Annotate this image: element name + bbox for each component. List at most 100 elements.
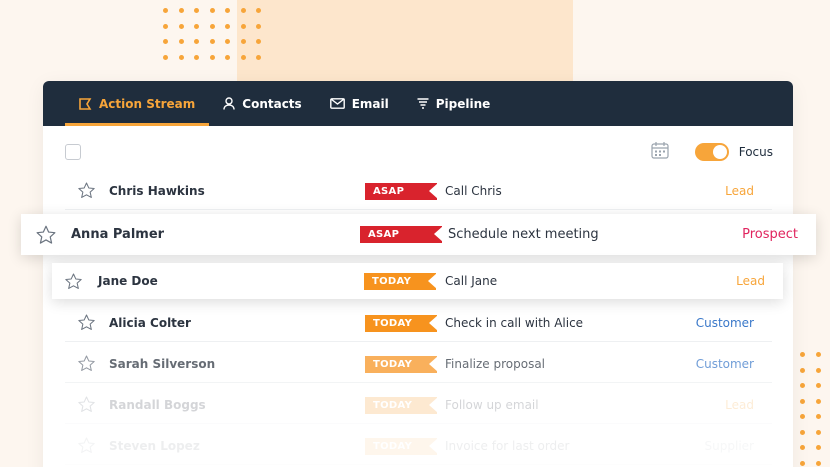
tab-email[interactable]: Email (316, 81, 403, 126)
dot (256, 39, 261, 44)
focus-toggle[interactable] (694, 143, 729, 161)
dot (800, 383, 805, 388)
status-label: Customer (695, 315, 754, 330)
contact-name[interactable]: Steven Lopez (109, 439, 200, 453)
dot (194, 8, 199, 13)
dot (209, 8, 215, 13)
dot (815, 383, 821, 388)
tab-label: Email (351, 96, 389, 111)
task-text[interactable]: Schedule next meeting (448, 227, 599, 242)
status-label: Prospect (742, 227, 798, 242)
dot (209, 39, 215, 44)
action-stream-icon (79, 97, 92, 110)
dot (800, 398, 805, 404)
dot (209, 54, 215, 60)
list-toolbar: Focus (43, 126, 793, 178)
tab-action-stream[interactable]: Action Stream (65, 81, 210, 126)
dot (240, 8, 246, 13)
dot (194, 54, 199, 60)
task-text[interactable]: Invoice for last order (445, 439, 570, 453)
status-label: Lead (725, 183, 754, 198)
tab-contacts[interactable]: Contacts (209, 81, 315, 126)
dot (256, 8, 261, 13)
tab-label: Contacts (242, 96, 302, 111)
contact-name[interactable]: Chris Hawkins (109, 184, 205, 198)
status-label: Lead (736, 274, 765, 288)
contact-name[interactable]: Sarah Silverson (109, 357, 215, 371)
priority-badge: TODAY (365, 396, 438, 414)
dot (163, 23, 168, 29)
star-icon[interactable] (77, 436, 96, 455)
dot (800, 352, 805, 357)
list-item[interactable]: Sarah Silverson TODAY Finalize proposal Cus… (65, 345, 772, 383)
priority-badge: TODAY (364, 272, 437, 290)
dot (178, 54, 184, 60)
dot (194, 23, 199, 29)
dot (225, 23, 230, 29)
dot (256, 54, 261, 60)
task-text[interactable]: Finalize proposal (445, 357, 545, 371)
dot (800, 367, 805, 373)
star-icon[interactable] (77, 313, 96, 332)
dot (225, 39, 230, 44)
contact-name[interactable]: Jane Doe (98, 274, 158, 288)
tab-label: Pipeline (435, 96, 491, 111)
status-label: Supplier (704, 438, 754, 453)
dot (178, 23, 184, 29)
status-label: Customer (695, 356, 754, 371)
list-item[interactable]: Steven Lopez TODAY Invoice for last order S… (65, 427, 772, 465)
dot (815, 398, 821, 404)
status-label: Lead (725, 397, 754, 412)
dot (225, 8, 230, 13)
priority-badge: TODAY (365, 314, 438, 332)
dot (815, 367, 821, 373)
dot (209, 23, 215, 29)
list-item[interactable]: Chris Hawkins ASAP Call Chris Lead (65, 172, 772, 210)
calendar-icon[interactable] (651, 141, 669, 163)
focus-label: Focus (738, 145, 773, 159)
tab-pipeline[interactable]: Pipeline (403, 81, 505, 126)
priority-badge: ASAP (365, 182, 438, 200)
dot (240, 54, 246, 60)
dot (815, 445, 821, 450)
tab-label: Action Stream (99, 96, 196, 111)
contact-name[interactable]: Alicia Colter (109, 316, 191, 330)
dot (800, 445, 805, 450)
dot (178, 39, 184, 44)
funnel-icon (417, 97, 429, 110)
star-icon[interactable] (64, 272, 83, 291)
list-item[interactable]: Jane Doe TODAY Call Jane Lead (52, 263, 783, 299)
task-text[interactable]: Follow up email (445, 398, 539, 412)
priority-badge: ASAP (360, 226, 443, 243)
person-icon (223, 97, 235, 110)
priority-badge: TODAY (365, 355, 438, 373)
dot (815, 429, 821, 435)
background-block (237, 0, 573, 90)
dot (256, 23, 261, 29)
contact-name[interactable]: Anna Palmer (71, 227, 164, 242)
dot (815, 460, 821, 466)
star-icon[interactable] (77, 395, 96, 414)
dot (163, 8, 168, 13)
envelope-icon (329, 98, 345, 109)
dot (178, 8, 184, 13)
top-navbar: Action Stream Contacts Email Pipeline (43, 81, 793, 126)
dot (800, 414, 805, 419)
dot (800, 429, 805, 435)
star-icon[interactable] (35, 224, 57, 246)
star-icon[interactable] (77, 181, 96, 200)
task-text[interactable]: Call Jane (445, 274, 497, 288)
list-item[interactable]: Randall Boggs TODAY Follow up email Lead (65, 386, 772, 424)
dot (815, 352, 821, 357)
dot (815, 414, 821, 419)
list-item[interactable]: Alicia Colter TODAY Check in call with Ali… (65, 304, 772, 342)
task-text[interactable]: Check in call with Alice (445, 316, 583, 330)
contact-name[interactable]: Randall Boggs (109, 398, 206, 412)
priority-badge: TODAY (365, 437, 438, 455)
dot (240, 23, 246, 29)
star-icon[interactable] (77, 354, 96, 373)
task-text[interactable]: Call Chris (445, 184, 502, 198)
select-all-checkbox[interactable] (65, 144, 81, 160)
list-item[interactable]: Anna Palmer ASAP Schedule next meeting Pros… (21, 214, 816, 255)
dot (240, 39, 246, 44)
